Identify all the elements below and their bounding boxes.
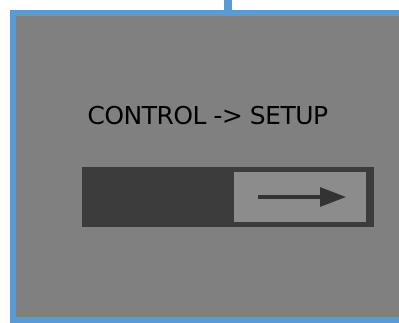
slide-to-setup-track[interactable]: [82, 167, 374, 227]
top-connector: [224, 0, 232, 10]
control-setup-panel: CONTROL -> SETUP: [10, 10, 399, 323]
arrow-right-icon: [258, 187, 346, 207]
slide-to-setup-handle[interactable]: [232, 170, 368, 224]
screen: CONTROL -> SETUP: [0, 0, 399, 323]
panel-title: CONTROL -> SETUP: [87, 101, 328, 130]
